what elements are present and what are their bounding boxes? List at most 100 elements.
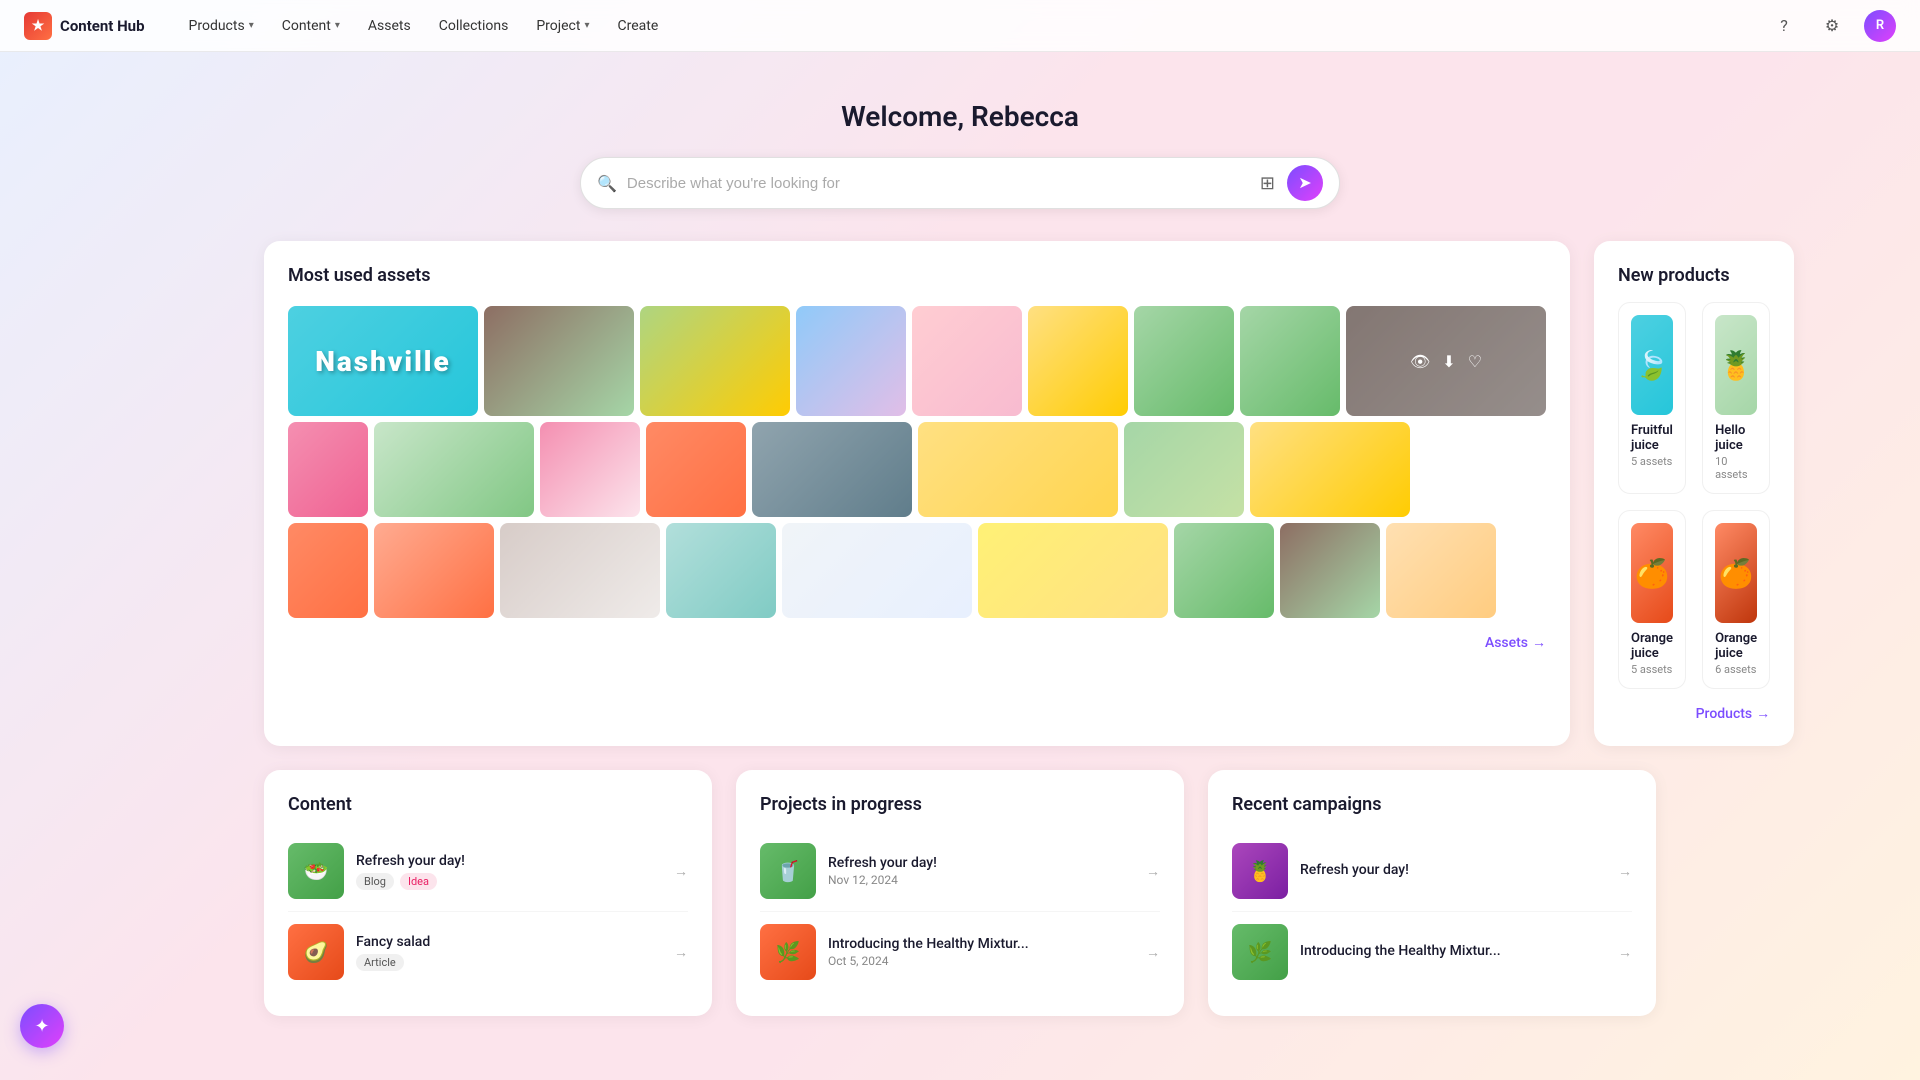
product-card[interactable]: 🍊 Orange juice 5 assets bbox=[1618, 510, 1686, 689]
eye-icon[interactable]: 👁 bbox=[1037, 561, 1057, 580]
asset-item[interactable]: 👁 ⬇ ♡ bbox=[1346, 306, 1546, 416]
heart-icon[interactable]: ♡ bbox=[1246, 561, 1260, 580]
nav-assets[interactable]: Assets bbox=[356, 12, 423, 40]
project-item[interactable]: 🌿 Introducing the Healthy Mixtur... Oct … bbox=[760, 912, 1160, 992]
heart-icon[interactable]: ♡ bbox=[1352, 561, 1366, 580]
download-icon[interactable]: ⬇ bbox=[717, 561, 730, 580]
heart-icon[interactable]: ♡ bbox=[989, 352, 1003, 371]
eye-icon[interactable]: 👁 bbox=[554, 460, 574, 479]
eye-icon[interactable]: 👁 bbox=[931, 352, 951, 371]
download-icon[interactable]: ⬇ bbox=[1437, 561, 1450, 580]
asset-item[interactable]: 👁 ⬇ ♡ bbox=[918, 422, 1118, 517]
eye-icon[interactable]: 👁 bbox=[1405, 561, 1425, 580]
heart-icon[interactable]: ♡ bbox=[456, 561, 470, 580]
asset-item[interactable]: 👁 ⬇ ♡ bbox=[1386, 523, 1496, 618]
heart-icon[interactable]: ♡ bbox=[737, 352, 751, 371]
heart-icon[interactable]: ♡ bbox=[1040, 460, 1054, 479]
heart-icon[interactable]: ♡ bbox=[1206, 460, 1220, 479]
asset-item[interactable]: 👁 ⬇ ♡ bbox=[752, 422, 912, 517]
heart-icon[interactable]: ♡ bbox=[1312, 352, 1326, 371]
asset-item[interactable]: 👁 ⬇ ♡ bbox=[374, 422, 534, 517]
download-icon[interactable]: ⬇ bbox=[692, 460, 705, 479]
download-icon[interactable]: ⬇ bbox=[576, 561, 589, 580]
asset-item[interactable]: 👁 ⬇ ♡ bbox=[796, 306, 906, 416]
settings-button[interactable]: ⚙ bbox=[1816, 10, 1848, 42]
download-icon[interactable]: ⬇ bbox=[828, 460, 841, 479]
search-submit-button[interactable]: ➤ bbox=[1287, 165, 1323, 201]
heart-icon[interactable]: ♡ bbox=[602, 561, 616, 580]
asset-item[interactable]: 👁 ⬇ ♡ bbox=[1028, 306, 1128, 416]
eye-icon[interactable]: 👁 bbox=[1294, 460, 1314, 479]
fab-button[interactable]: ✦ bbox=[20, 1004, 64, 1048]
download-icon[interactable]: ⬇ bbox=[324, 460, 337, 479]
heart-icon[interactable]: ♡ bbox=[1100, 352, 1114, 371]
eye-icon[interactable]: 👁 bbox=[1188, 561, 1208, 580]
heart-icon[interactable]: ♡ bbox=[350, 561, 364, 580]
download-icon[interactable]: ⬇ bbox=[430, 561, 443, 580]
content-item[interactable]: 🥗 Refresh your day! Blog Idea → bbox=[288, 831, 688, 912]
eye-icon[interactable]: 👁 bbox=[544, 561, 564, 580]
download-icon[interactable]: ⬇ bbox=[1014, 460, 1027, 479]
download-icon[interactable]: ⬇ bbox=[1180, 352, 1193, 371]
asset-item[interactable]: 👁 ⬇ ♡ bbox=[1174, 523, 1274, 618]
eye-icon[interactable]: 👁 bbox=[660, 460, 680, 479]
eye-icon[interactable]: 👁 bbox=[1148, 460, 1168, 479]
heart-icon[interactable]: ♡ bbox=[718, 460, 732, 479]
product-card[interactable]: 🍃 Fruitful juice 5 assets bbox=[1618, 302, 1686, 494]
asset-item[interactable]: 👁 ⬇ ♡ bbox=[978, 523, 1168, 618]
asset-item[interactable]: 👁 ⬇ ♡ bbox=[540, 422, 640, 517]
help-button[interactable]: ? bbox=[1768, 10, 1800, 42]
eye-icon[interactable]: 👁 bbox=[841, 561, 861, 580]
asset-item[interactable]: 👁 ⬇ ♡ bbox=[1280, 523, 1380, 618]
campaign-item[interactable]: 🌿 Introducing the Healthy Mixtur... → bbox=[1232, 912, 1632, 992]
campaign-item[interactable]: 🍍 Refresh your day! → bbox=[1232, 831, 1632, 912]
heart-icon[interactable]: ♡ bbox=[612, 460, 626, 479]
asset-item[interactable]: 👁 ⬇ ♡ bbox=[484, 306, 634, 416]
eye-icon[interactable]: 👁 bbox=[679, 352, 699, 371]
asset-item[interactable]: 👁 ⬇ ♡ bbox=[500, 523, 660, 618]
heart-icon[interactable]: ♡ bbox=[405, 352, 419, 371]
download-icon[interactable]: ⬇ bbox=[1069, 561, 1082, 580]
asset-item[interactable]: 👁 ⬇ ♡ bbox=[374, 523, 494, 618]
eye-icon[interactable]: 👁 bbox=[1254, 352, 1274, 371]
product-card[interactable]: 🍊 Orange juice 6 assets bbox=[1702, 510, 1770, 689]
avatar[interactable]: R bbox=[1864, 10, 1896, 42]
download-icon[interactable]: ⬇ bbox=[963, 352, 976, 371]
heart-icon[interactable]: ♡ bbox=[854, 460, 868, 479]
eye-icon[interactable]: 👁 bbox=[418, 460, 438, 479]
products-link[interactable]: Products → bbox=[1618, 705, 1770, 722]
eye-icon[interactable]: 👁 bbox=[815, 352, 835, 371]
heart-icon[interactable]: ♡ bbox=[350, 460, 364, 479]
asset-item[interactable]: Nashville 👁 ⬇ ♡ bbox=[288, 306, 478, 416]
nav-content[interactable]: Content ▾ bbox=[270, 12, 352, 40]
download-icon[interactable]: ⬇ bbox=[324, 561, 337, 580]
eye-icon[interactable]: 👁 bbox=[982, 460, 1002, 479]
download-icon[interactable]: ⬇ bbox=[586, 460, 599, 479]
asset-item[interactable]: 👁 ⬇ ♡ bbox=[288, 523, 368, 618]
heart-icon[interactable]: ♡ bbox=[1352, 460, 1366, 479]
nav-create[interactable]: Create bbox=[605, 12, 670, 40]
download-icon[interactable]: ⬇ bbox=[1074, 352, 1087, 371]
eye-icon[interactable]: 👁 bbox=[398, 561, 418, 580]
eye-icon[interactable]: 👁 bbox=[1410, 352, 1430, 371]
eye-icon[interactable]: 👁 bbox=[685, 561, 705, 580]
heart-icon[interactable]: ♡ bbox=[581, 352, 595, 371]
heart-icon[interactable]: ♡ bbox=[1468, 352, 1482, 371]
asset-item[interactable]: 👁 ⬇ ♡ bbox=[1240, 306, 1340, 416]
eye-icon[interactable]: 👁 bbox=[292, 561, 312, 580]
download-icon[interactable]: ⬇ bbox=[1220, 561, 1233, 580]
download-icon[interactable]: ⬇ bbox=[847, 352, 860, 371]
eye-icon[interactable]: 👁 bbox=[292, 460, 312, 479]
brand-logo[interactable]: ★ Content Hub bbox=[24, 12, 145, 40]
download-icon[interactable]: ⬇ bbox=[450, 460, 463, 479]
download-icon[interactable]: ⬇ bbox=[1286, 352, 1299, 371]
asset-item[interactable]: 👁 ⬇ ♡ bbox=[640, 306, 790, 416]
image-search-icon[interactable]: ⊞ bbox=[1256, 169, 1279, 198]
download-icon[interactable]: ⬇ bbox=[1326, 561, 1339, 580]
asset-item[interactable]: 👁 ⬇ ♡ bbox=[666, 523, 776, 618]
heart-icon[interactable]: ♡ bbox=[1206, 352, 1220, 371]
eye-icon[interactable]: 👁 bbox=[1294, 561, 1314, 580]
eye-icon[interactable]: 👁 bbox=[796, 460, 816, 479]
download-icon[interactable]: ⬇ bbox=[1180, 460, 1193, 479]
nav-project[interactable]: Project ▾ bbox=[524, 12, 601, 40]
